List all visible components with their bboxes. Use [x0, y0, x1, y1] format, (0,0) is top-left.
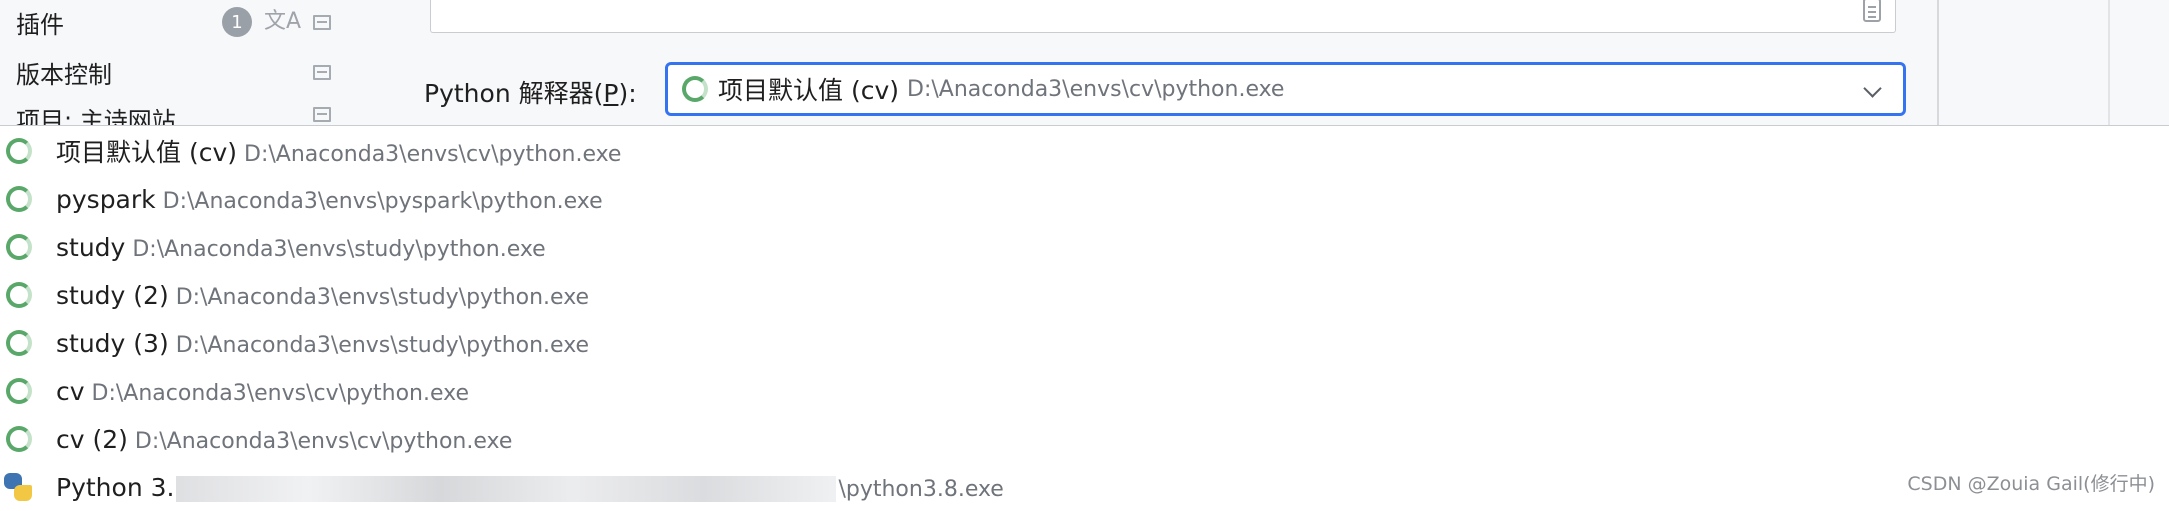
project-scope-icon: [313, 107, 331, 122]
document-icon[interactable]: [1863, 0, 1881, 22]
interpreter-name: cv: [56, 376, 85, 406]
interpreter-path: D:\Anaconda3\envs\cv\python.exe: [91, 380, 470, 406]
settings-sidebar: 插件 1 文A 版本控制 项目: 主诗网站: [0, 0, 340, 125]
interpreter-path: D:\Anaconda3\envs\cv\python.exe: [134, 428, 513, 454]
text-area-field[interactable]: [430, 0, 1896, 33]
conda-env-icon: [6, 138, 32, 164]
interpreter-name: study (2): [56, 280, 169, 310]
list-item[interactable]: study (2) D:\Anaconda3\envs\study\python.…: [0, 271, 2169, 319]
interpreter-path: \python3.8.exe: [838, 476, 1004, 502]
conda-env-icon: [6, 282, 32, 308]
sidebar-item-label: 插件: [16, 10, 64, 39]
interpreter-label: Python 解释器(P):: [424, 79, 637, 108]
selected-interpreter-path: D:\Anaconda3\envs\cv\python.exe: [907, 76, 1285, 102]
interpreter-path: D:\Anaconda3\envs\pyspark\python.exe: [162, 188, 603, 214]
interpreter-name: study (3): [56, 328, 169, 358]
redacted-region: [176, 475, 837, 502]
interpreter-name: 项目默认值 (cv): [56, 138, 237, 167]
interpreter-path: D:\Anaconda3\envs\study\python.exe: [132, 236, 546, 262]
sidebar-item-label: 版本控制: [16, 60, 112, 89]
project-scope-icon: [313, 14, 331, 30]
watermark: CSDN @Zouia Gail(修行中): [1907, 473, 2155, 495]
interpreter-path: D:\Anaconda3\envs\study\python.exe: [175, 284, 590, 310]
list-item[interactable]: cv D:\Anaconda3\envs\cv\python.exe: [0, 367, 2169, 415]
conda-env-icon: [6, 234, 32, 260]
interpreter-name: study: [56, 232, 126, 262]
sidebar-item-project[interactable]: 项目: 主诗网站: [16, 101, 331, 125]
interpreter-select[interactable]: 项目默认值 (cv) D:\Anaconda3\envs\cv\python.e…: [665, 62, 1906, 116]
project-scope-icon: [313, 64, 331, 80]
conda-env-icon: [6, 378, 32, 404]
sidebar-item-version-control[interactable]: 版本控制: [16, 52, 331, 92]
interpreter-name: Python 3.: [56, 472, 175, 502]
interpreter-name: pyspark: [56, 184, 156, 214]
list-item[interactable]: pyspark D:\Anaconda3\envs\pyspark\python.…: [0, 175, 2169, 223]
list-item[interactable]: study (3) D:\Anaconda3\envs\study\python.…: [0, 319, 2169, 367]
mnemonic-letter: P: [603, 79, 619, 108]
conda-env-icon: [6, 330, 32, 356]
list-item[interactable]: study D:\Anaconda3\envs\study\python.exe: [0, 223, 2169, 271]
sidebar-item-plugins[interactable]: 插件 1 文A: [16, 2, 331, 42]
interpreter-path: D:\Anaconda3\envs\study\python.exe: [175, 332, 590, 358]
conda-env-icon: [6, 186, 32, 212]
list-item[interactable]: 项目默认值 (cv) D:\Anaconda3\envs\cv\python.ex…: [0, 127, 2169, 175]
conda-env-icon: [6, 426, 32, 452]
interpreter-name: cv (2): [56, 424, 128, 454]
interpreter-dropdown-list: 项目默认值 (cv) D:\Anaconda3\envs\cv\python.ex…: [0, 125, 2169, 504]
conda-env-icon: [682, 76, 708, 102]
scrollbar-track[interactable]: [2108, 0, 2110, 125]
interpreter-path: D:\Anaconda3\envs\cv\python.exe: [244, 142, 622, 167]
translate-icon: 文A: [263, 9, 301, 34]
chevron-down-icon[interactable]: [1863, 79, 1882, 98]
selected-interpreter-name: 项目默认值 (cv): [718, 76, 899, 105]
list-item[interactable]: cv (2) D:\Anaconda3\envs\cv\python.exe: [0, 415, 2169, 463]
python-logo-icon: [4, 473, 32, 501]
dialog-edge: [1937, 0, 1939, 125]
list-item[interactable]: Python 3. \python3.8.exe: [0, 463, 2169, 511]
sidebar-item-label: 项目: 主诗网站: [16, 107, 176, 125]
update-count-badge: 1: [221, 7, 252, 37]
